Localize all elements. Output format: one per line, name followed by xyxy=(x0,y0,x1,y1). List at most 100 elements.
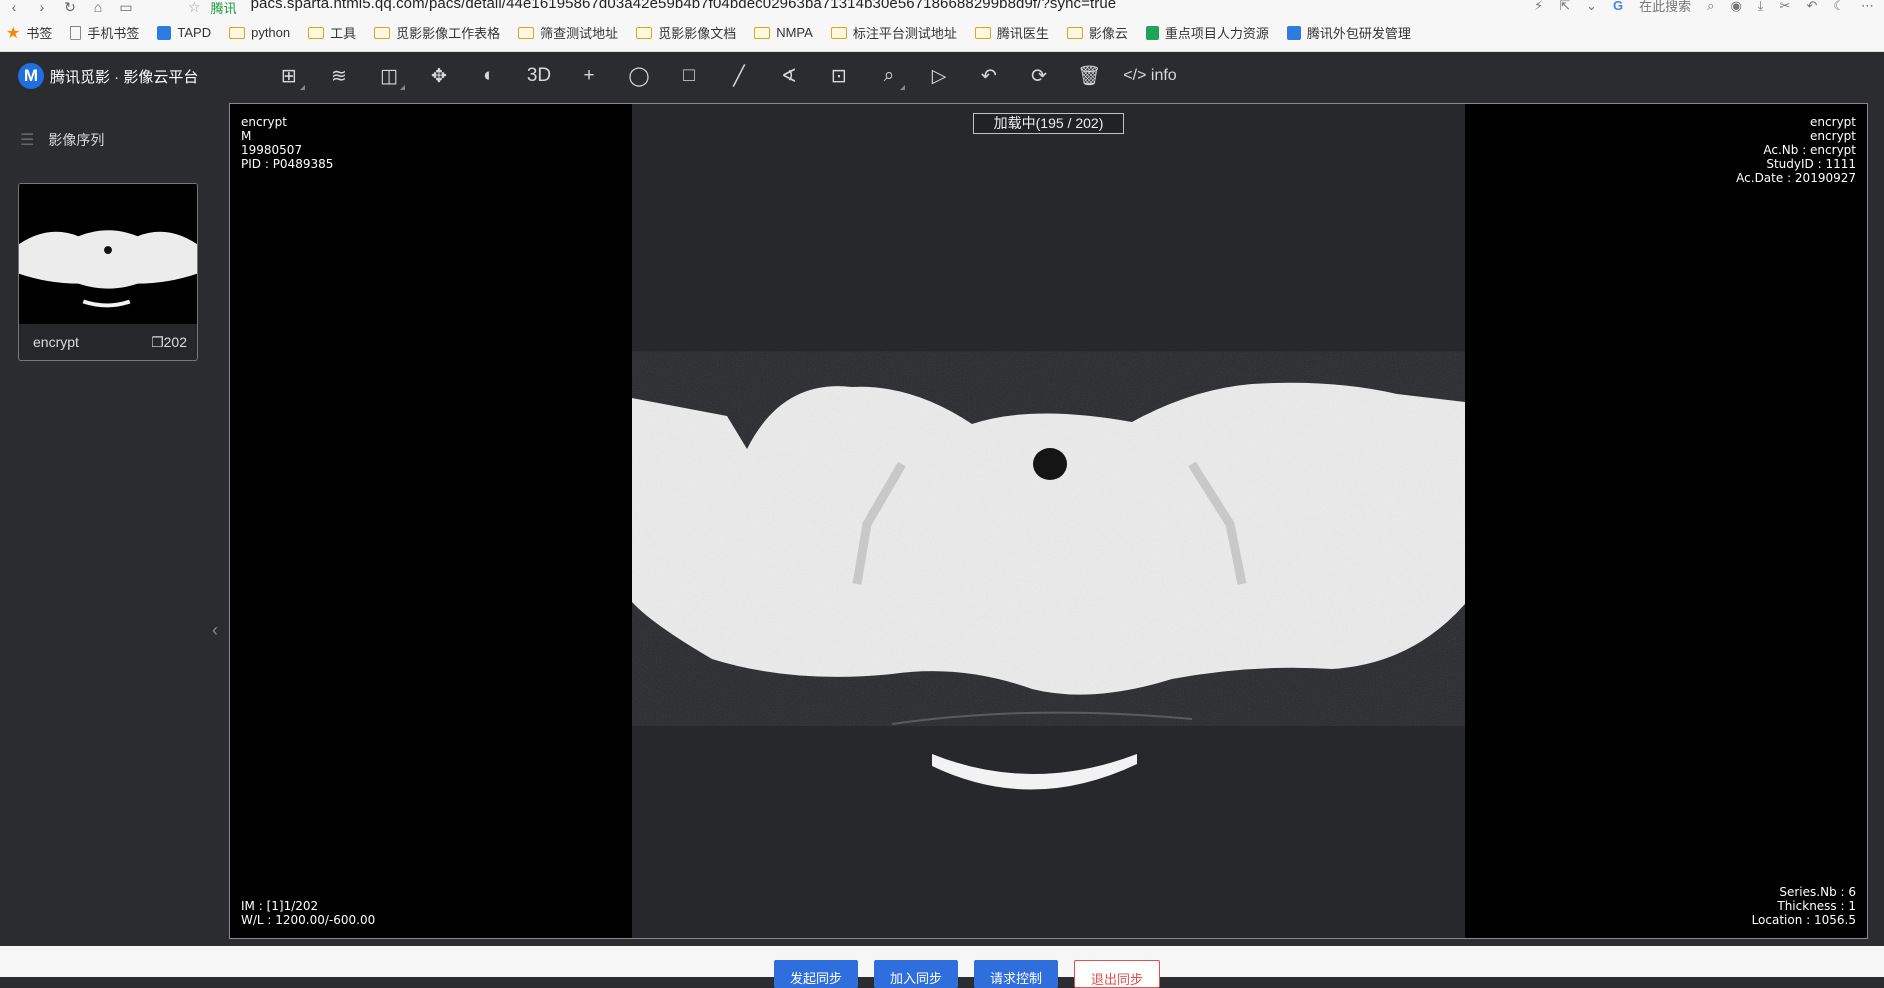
share-icon[interactable]: ⇱ xyxy=(1559,0,1570,14)
sync-bar: 发起同步 加入同步 请求控制 退出同步 xyxy=(0,946,1884,988)
start-sync-button[interactable]: 发起同步 xyxy=(774,960,859,988)
mouse-contrast-icon: ◫ xyxy=(380,65,398,87)
slice-thickness: Thickness : 1 xyxy=(1777,899,1856,913)
undo-icon: ↶ xyxy=(981,65,997,87)
accession-number: Ac.Nb : encrypt xyxy=(1763,143,1856,157)
tool-buttons: ⊞ ≋ ◫ ✥ ◐ 3D + ◯ □ ╱ ∢ ⊡ ⌕ ▷ ↶ ⟳ 🗑 </> i… xyxy=(264,56,1186,96)
3d-label: 3D xyxy=(526,65,552,86)
menu-icon[interactable]: ☰ xyxy=(20,130,34,150)
overlay-bottom-right: Series.Nb : 6 Thickness : 1 Location : 1… xyxy=(1752,885,1856,927)
search-field[interactable]: 在此搜索 xyxy=(1639,0,1691,15)
info-button[interactable]: </> info xyxy=(1114,56,1186,96)
delete-button[interactable]: 🗑 xyxy=(1064,56,1114,96)
image-viewport[interactable]: 加载中(195 / 202) encrypt M 19980507 PID : … xyxy=(229,103,1868,939)
bookmark-item[interactable]: 觅影影像工作表格 xyxy=(374,23,500,42)
favorite-star-icon[interactable]: ☆ xyxy=(188,0,201,16)
bookmark-item[interactable]: 重点项目人力资源 xyxy=(1145,23,1269,42)
app-title: 腾讯觅影 · 影像云平台 xyxy=(50,68,199,86)
folder-icon xyxy=(754,26,771,39)
bookmark-label: TAPD xyxy=(177,25,212,40)
bookmark-label: 工具 xyxy=(330,26,357,41)
logo-mark: M xyxy=(18,63,44,89)
zoom-mouse-button[interactable]: ◐ xyxy=(464,56,514,96)
url-field[interactable]: pacs.sparta.html5.qq.com/pacs/detail/44e… xyxy=(251,0,1117,12)
undo-button[interactable]: ↶ xyxy=(964,56,1014,96)
magnify-button[interactable]: ⌕ xyxy=(864,56,914,96)
lightning-icon[interactable]: ⚡ xyxy=(1534,0,1543,14)
reader-icon[interactable]: ▭ xyxy=(112,0,140,14)
thumbnail-meta: encrypt ❐202 xyxy=(19,324,197,351)
magnify-icon: ⌕ xyxy=(883,65,895,86)
bookmark-item[interactable]: 影像云 xyxy=(1066,23,1128,42)
play-icon: ▷ xyxy=(931,65,947,87)
bookmark-item[interactable]: 觅影影像文档 xyxy=(636,23,736,42)
series-sidebar: ☰ 影像序列 encrypt ❐202 ‹ xyxy=(0,100,218,940)
ct-image xyxy=(632,104,1465,938)
angle-button[interactable]: ∢ xyxy=(764,56,814,96)
exit-sync-button[interactable]: 退出同步 xyxy=(1074,960,1161,988)
folder-icon xyxy=(229,26,246,39)
bookmark-label: python xyxy=(251,25,291,40)
bookmark-item[interactable]: 腾讯医生 xyxy=(974,23,1049,42)
bookmark-item[interactable]: 筛查测试地址 xyxy=(518,23,618,42)
slice-location: Location : 1056.5 xyxy=(1751,913,1856,927)
series-name: encrypt xyxy=(33,334,79,350)
line-button[interactable]: ╱ xyxy=(714,56,764,96)
layout-grid-button[interactable]: ⊞ xyxy=(264,56,314,96)
reset-button[interactable]: ⟳ xyxy=(1014,56,1064,96)
loading-indicator: 加载中(195 / 202) xyxy=(973,113,1124,134)
patient-name: encrypt xyxy=(241,115,287,129)
window-level-button[interactable]: ◫ xyxy=(364,56,414,96)
bookmark-item[interactable]: 工具 xyxy=(308,23,356,42)
tapd-icon xyxy=(157,25,172,40)
bookmark-item[interactable]: ★ 书签 xyxy=(6,23,52,43)
bookmark-item[interactable]: 腾讯外包研发管理 xyxy=(1286,23,1411,42)
crosshair-button[interactable]: + xyxy=(564,56,614,96)
sync-buttons: 发起同步 加入同步 请求控制 退出同步 xyxy=(774,960,1161,988)
3d-button[interactable]: 3D xyxy=(514,56,564,96)
chevron-down-icon[interactable]: ⌄ xyxy=(1586,0,1597,14)
site-label: 腾讯 xyxy=(210,0,237,16)
home-icon[interactable]: ⌂ xyxy=(84,0,112,14)
refresh-icon: ⟳ xyxy=(1031,65,1047,87)
folder-icon xyxy=(830,26,847,39)
download-icon[interactable]: ⤓ xyxy=(1758,0,1764,14)
layers-button[interactable]: ≋ xyxy=(314,56,364,96)
forward-icon[interactable]: › xyxy=(28,0,56,14)
folder-icon xyxy=(308,26,325,39)
bookmark-label: 重点项目人力资源 xyxy=(1164,26,1269,41)
rectangle-button[interactable]: □ xyxy=(664,56,714,96)
back-icon[interactable]: ‹ xyxy=(0,0,28,14)
bookmark-item[interactable]: 手机书签 xyxy=(70,23,139,42)
bookmark-item[interactable]: NMPA xyxy=(754,25,813,40)
game-icon[interactable]: ◉ xyxy=(1730,0,1741,14)
bookmark-label: 腾讯外包研发管理 xyxy=(1306,26,1411,41)
collapse-icon[interactable]: ‹ xyxy=(212,620,218,641)
search-icon[interactable]: ⌕ xyxy=(1707,0,1714,14)
pan-button[interactable]: ✥ xyxy=(414,56,464,96)
undo-icon[interactable]: ↶ xyxy=(1806,0,1817,14)
play-button[interactable]: ▷ xyxy=(914,56,964,96)
request-control-button[interactable]: 请求控制 xyxy=(974,960,1059,988)
bookmark-item[interactable]: python xyxy=(229,25,290,40)
bookmark-label: 影像云 xyxy=(1088,26,1128,41)
more-icon[interactable]: ⋯ xyxy=(1861,0,1874,14)
reload-icon[interactable]: ↻ xyxy=(56,0,84,14)
folder-icon xyxy=(518,26,535,39)
join-sync-button[interactable]: 加入同步 xyxy=(874,960,959,988)
bookmark-item[interactable]: TAPD xyxy=(157,25,211,40)
bookmark-label: 觅影影像工作表格 xyxy=(396,26,501,41)
ellipse-icon: ◯ xyxy=(628,65,650,87)
bookmark-item[interactable]: 标注平台测试地址 xyxy=(830,23,957,42)
app-logo: M 腾讯觅影 · 影像云平台 xyxy=(18,63,248,89)
star-icon: ★ xyxy=(6,24,21,42)
fit-button[interactable]: ⊡ xyxy=(814,56,864,96)
ellipse-button[interactable]: ◯ xyxy=(614,56,664,96)
window-level: W/L : 1200.00/-600.00 xyxy=(241,913,376,927)
moon-icon[interactable]: ☾ xyxy=(1833,0,1845,14)
stack-icon: ❐ xyxy=(151,334,164,350)
grid-icon: ⊞ xyxy=(281,65,297,87)
scissors-icon[interactable]: ✂ xyxy=(1780,0,1791,14)
series-thumbnail[interactable]: encrypt ❐202 xyxy=(18,183,198,361)
line-icon: ╱ xyxy=(733,65,745,87)
